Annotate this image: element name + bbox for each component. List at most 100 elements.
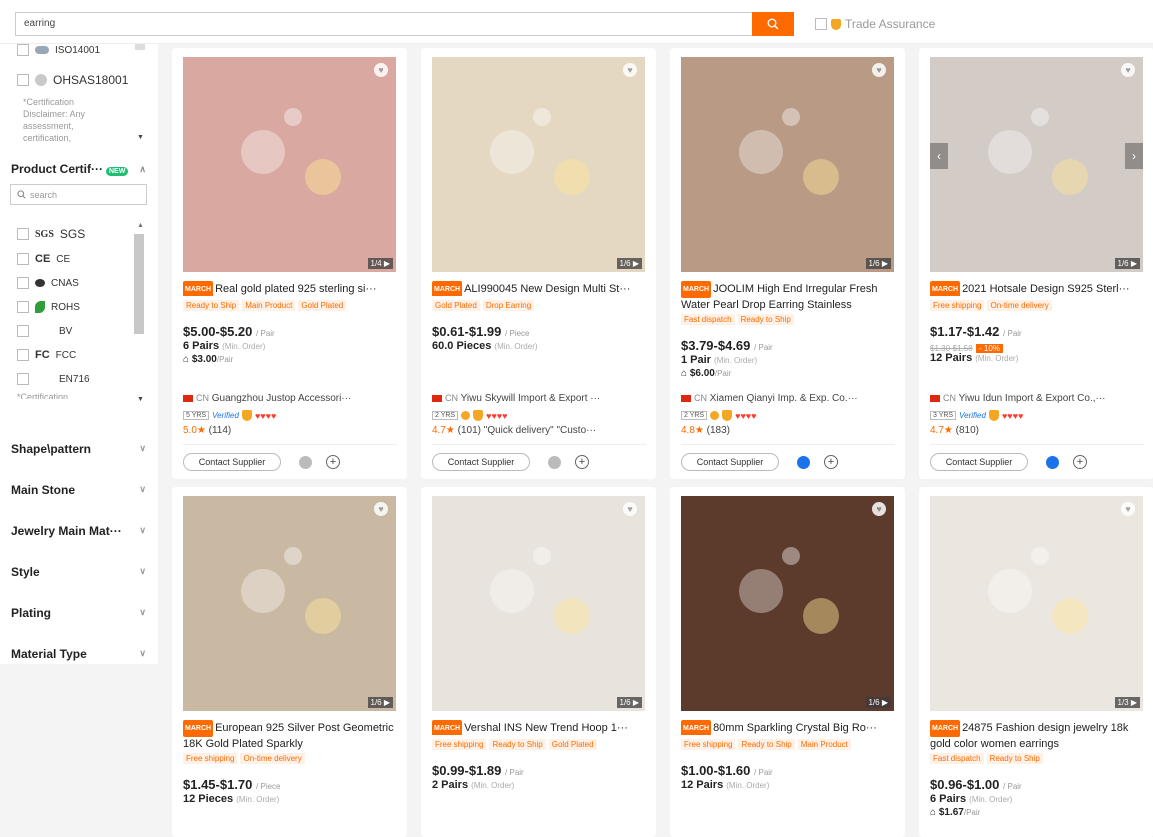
product-card[interactable]: ♥ 1/6 ▶ MARCH 80mm Sparkling Crystal Big … — [670, 487, 905, 837]
supplier-rating-hearts-icon: ♥♥♥♥ — [735, 410, 757, 421]
product-cert-item[interactable]: SGS SGS — [17, 222, 90, 246]
sample-bag-icon: ⌂ — [681, 368, 688, 379]
product-cert-item[interactable]: ROHS — [17, 295, 90, 319]
filter-main-stone[interactable]: Main Stone ∨ — [11, 469, 146, 510]
product-title[interactable]: MARCH 80mm Sparkling Crystal Big Ro··· — [681, 720, 895, 735]
supplier-name[interactable]: CN Guangzhou Justop Accessori··· — [183, 393, 397, 404]
cert-checkbox[interactable] — [17, 253, 29, 265]
filter-plating[interactable]: Plating ∨ — [11, 592, 146, 633]
march-badge: MARCH — [681, 720, 712, 735]
country-code: CN — [196, 393, 209, 403]
product-image[interactable]: ♥ 1/6 ▶ — [681, 57, 894, 272]
scroll-down-icon[interactable]: ▼ — [137, 396, 144, 403]
prev-image-arrow-icon[interactable]: ‹ — [930, 143, 948, 169]
product-card[interactable]: ♥ 1/6 ▶ MARCH JOOLIM High End Irregular F… — [670, 48, 905, 479]
favorite-heart-icon[interactable]: ♥ — [374, 63, 388, 77]
chat-icon[interactable] — [299, 456, 312, 469]
favorite-heart-icon[interactable]: ♥ — [623, 502, 637, 516]
product-cert-item[interactable]: BV — [17, 319, 90, 343]
product-image[interactable]: ♥ 1/6 ▶ — [183, 496, 396, 711]
favorite-heart-icon[interactable]: ♥ — [872, 63, 886, 77]
cert-item-ohsas18001[interactable]: OHSAS18001 — [17, 68, 128, 92]
product-image[interactable]: ♥ 1/6 ▶ — [432, 57, 645, 272]
sample-price: ⌂ $3.00/Pair — [183, 354, 233, 365]
chat-icon[interactable] — [548, 456, 561, 469]
chat-icon[interactable] — [1046, 456, 1059, 469]
rating-score: 4.7★ — [930, 425, 953, 436]
scroll-up-icon[interactable]: ▲ — [137, 222, 144, 229]
filter-jewelry-main-material[interactable]: Jewelry Main Mat··· ∨ — [11, 510, 146, 551]
favorite-heart-icon[interactable]: ♥ — [872, 502, 886, 516]
cert-checkbox[interactable] — [17, 44, 29, 56]
trade-assurance-checkbox[interactable] — [815, 18, 827, 30]
filter-material-type[interactable]: Material Type ∨ — [11, 633, 146, 674]
search-input[interactable]: earring — [15, 12, 753, 36]
cert-checkbox[interactable] — [17, 277, 29, 289]
product-title[interactable]: MARCH Real gold plated 925 sterling si··· — [183, 281, 397, 296]
cert-checkbox[interactable] — [17, 373, 29, 385]
product-card[interactable]: ♥ 1/3 ▶ MARCH 24875 Fashion design jewelr… — [919, 487, 1153, 837]
verified-badge: Verified — [959, 411, 986, 420]
product-cert-item[interactable]: CE CE — [17, 247, 90, 271]
favorite-heart-icon[interactable]: ♥ — [1121, 502, 1135, 516]
product-title-text: 2021 Hotsale Design S925 Sterl··· — [962, 283, 1130, 295]
product-card[interactable]: ♥ 1/6 ▶ MARCH ALI990045 New Design Multi … — [421, 48, 656, 479]
cert-label: ROHS — [51, 301, 80, 313]
favorite-heart-icon[interactable]: ♥ — [623, 63, 637, 77]
product-image[interactable]: ♥ 1/6 ▶ — [681, 496, 894, 711]
add-compare-icon[interactable]: + — [1073, 455, 1087, 469]
cert-item-iso14001[interactable]: ISO14001 — [17, 38, 128, 62]
supplier-name[interactable]: CN Yiwu Skywill Import & Export ··· — [432, 393, 646, 404]
cert-checkbox[interactable] — [17, 301, 29, 313]
favorite-heart-icon[interactable]: ♥ — [374, 502, 388, 516]
chat-icon[interactable] — [797, 456, 810, 469]
filter-style[interactable]: Style ∨ — [11, 551, 146, 592]
contact-supplier-button[interactable]: Contact Supplier — [930, 453, 1028, 471]
product-title[interactable]: MARCH JOOLIM High End Irregular Fresh Wat… — [681, 281, 895, 311]
scrollbar-top[interactable] — [135, 44, 145, 50]
product-image[interactable]: ♥ 1/6 ▶ — [930, 57, 1143, 272]
add-compare-icon[interactable]: + — [326, 455, 340, 469]
china-flag-icon — [681, 394, 691, 402]
product-tag: On-time delivery — [240, 753, 305, 764]
filter-shape-pattern[interactable]: Shape\pattern ∨ — [11, 428, 146, 469]
product-cert-item[interactable]: CNAS — [17, 271, 90, 295]
contact-supplier-button[interactable]: Contact Supplier — [432, 453, 530, 471]
product-image[interactable]: ♥ 1/4 ▶ — [183, 57, 396, 272]
product-cert-item[interactable]: FC FCC — [17, 343, 90, 367]
image-count: 1/4 ▶ — [367, 258, 393, 269]
cert-search-input[interactable]: search — [10, 184, 147, 205]
moq-note: (Min. Order) — [726, 781, 770, 790]
add-compare-icon[interactable]: + — [824, 455, 838, 469]
product-cert-item[interactable]: EN716 — [17, 367, 90, 391]
product-image[interactable]: ♥ 1/6 ▶ — [432, 496, 645, 711]
product-tag: Free shipping — [183, 753, 238, 764]
contact-supplier-button[interactable]: Contact Supplier — [681, 453, 779, 471]
supplier-name[interactable]: CN Xiamen Qianyi Imp. & Exp. Co.··· — [681, 393, 895, 404]
product-card[interactable]: ♥ 1/4 ▶ MARCH Real gold plated 925 sterli… — [172, 48, 407, 479]
product-card[interactable]: ♥ 1/6 ▶ MARCH Vershal INS New Trend Hoop … — [421, 487, 656, 837]
next-image-arrow-icon[interactable]: › — [1125, 143, 1143, 169]
product-title[interactable]: MARCH Vershal INS New Trend Hoop 1··· — [432, 720, 646, 735]
add-compare-icon[interactable]: + — [575, 455, 589, 469]
product-title[interactable]: MARCH ALI990045 New Design Multi St··· — [432, 281, 646, 296]
product-title[interactable]: MARCH 2021 Hotsale Design S925 Sterl··· — [930, 281, 1144, 296]
contact-supplier-button[interactable]: Contact Supplier — [183, 453, 281, 471]
sample-unit: /Pair — [963, 808, 981, 817]
product-image[interactable]: ♥ 1/3 ▶ — [930, 496, 1143, 711]
cert-scrollbar[interactable] — [134, 234, 144, 334]
search-button[interactable] — [752, 12, 794, 36]
scroll-down-icon[interactable]: ▼ — [137, 134, 144, 141]
product-cert-header[interactable]: Product Certif··· NEW ∧ — [11, 162, 146, 176]
favorite-heart-icon[interactable]: ♥ — [1121, 63, 1135, 77]
product-card[interactable]: ♥ 1/6 ▶ ‹ › MARCH 2021 Hotsale Design S925 … — [919, 48, 1153, 479]
product-card[interactable]: ♥ 1/6 ▶ MARCH European 925 Silver Post Ge… — [172, 487, 407, 837]
cert-checkbox[interactable] — [17, 325, 29, 337]
supplier-name[interactable]: CN Yiwu Idun Import & Export Co.,··· — [930, 393, 1144, 404]
cert-checkbox[interactable] — [17, 74, 29, 86]
cert-checkbox[interactable] — [17, 349, 29, 361]
cert-checkbox[interactable] — [17, 228, 29, 240]
product-title[interactable]: MARCH 24875 Fashion design jewelry 18k go… — [930, 720, 1144, 750]
trade-assurance-filter[interactable]: Trade Assurance — [815, 17, 935, 31]
product-title[interactable]: MARCH European 925 Silver Post Geometric … — [183, 720, 397, 750]
